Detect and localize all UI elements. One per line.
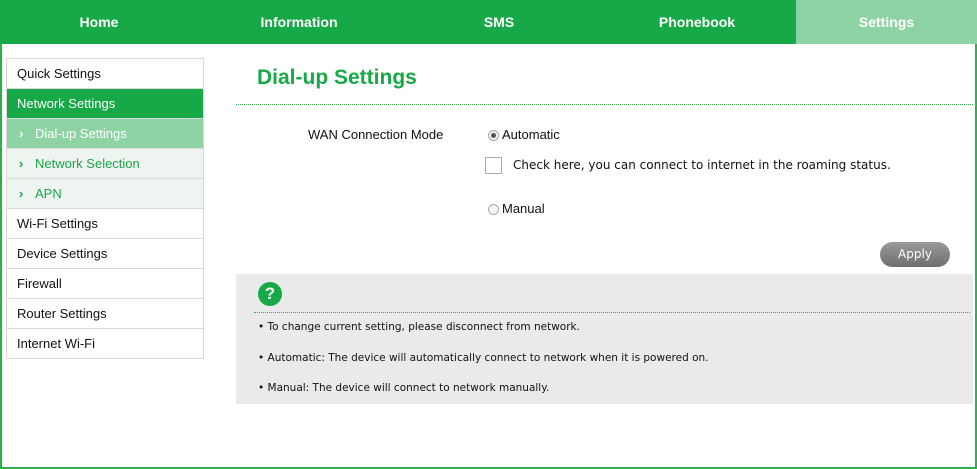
- tab-settings[interactable]: Settings: [796, 0, 977, 44]
- top-nav: Home Information SMS Phonebook Settings: [0, 0, 977, 44]
- sidebar-item-apn[interactable]: › APN: [7, 179, 203, 209]
- sidebar-item-label: Network Selection: [35, 156, 140, 171]
- sidebar-item-label: Dial-up Settings: [35, 126, 127, 141]
- help-panel: ? • To change current setting, please di…: [236, 274, 973, 404]
- sidebar-item-network-selection[interactable]: › Network Selection: [7, 149, 203, 179]
- tab-sms[interactable]: SMS: [400, 0, 598, 44]
- sidebar-item-network-settings[interactable]: Network Settings: [7, 89, 203, 119]
- tab-phonebook[interactable]: Phonebook: [598, 0, 796, 44]
- tab-home[interactable]: Home: [0, 0, 198, 44]
- help-divider: [254, 312, 970, 313]
- sidebar-item-label: APN: [35, 186, 62, 201]
- page-title: Dial-up Settings: [257, 66, 417, 89]
- chevron-right-icon: ›: [19, 156, 24, 171]
- roaming-checkbox[interactable]: [485, 157, 502, 174]
- help-text: • To change current setting, please disc…: [258, 321, 580, 333]
- manual-radio[interactable]: [488, 204, 499, 215]
- sidebar-item-router-settings[interactable]: Router Settings: [7, 299, 203, 329]
- sidebar-item-quick-settings[interactable]: Quick Settings: [7, 59, 203, 89]
- apply-button[interactable]: Apply: [880, 242, 950, 267]
- wan-connection-mode-label: WAN Connection Mode: [308, 127, 444, 142]
- help-icon: ?: [258, 282, 282, 306]
- tab-information[interactable]: Information: [198, 0, 400, 44]
- help-text: • Automatic: The device will automatical…: [258, 352, 709, 364]
- sidebar-item-dial-up-settings[interactable]: › Dial-up Settings: [7, 119, 203, 149]
- sidebar-item-internet-wifi[interactable]: Internet Wi-Fi: [7, 329, 203, 359]
- sidebar-item-wifi-settings[interactable]: Wi-Fi Settings: [7, 209, 203, 239]
- sidebar-item-device-settings[interactable]: Device Settings: [7, 239, 203, 269]
- automatic-radio[interactable]: [488, 130, 499, 141]
- manual-label: Manual: [502, 201, 545, 216]
- automatic-label: Automatic: [502, 127, 560, 142]
- chevron-right-icon: ›: [19, 126, 24, 141]
- title-divider: [236, 104, 973, 105]
- sidebar: Quick Settings Network Settings › Dial-up…: [6, 58, 204, 359]
- chevron-right-icon: ›: [19, 186, 24, 201]
- help-text: • Manual: The device will connect to net…: [258, 382, 550, 394]
- roaming-label: Check here, you can connect to internet …: [513, 158, 891, 172]
- sidebar-item-firewall[interactable]: Firewall: [7, 269, 203, 299]
